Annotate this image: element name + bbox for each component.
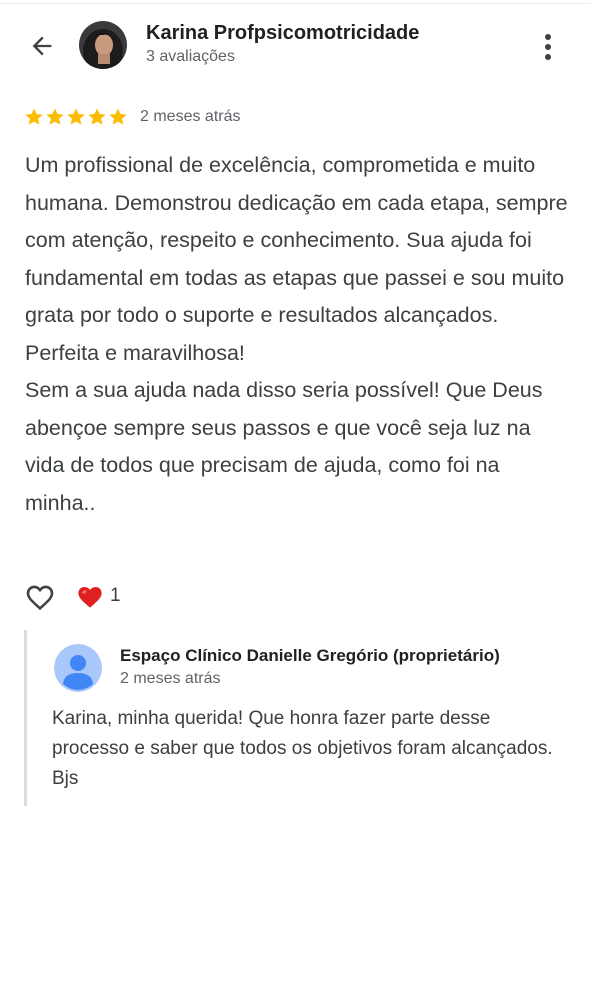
more-options-button[interactable] <box>532 30 564 64</box>
owner-reply: Espaço Clínico Danielle Gregório (propri… <box>24 630 587 806</box>
person-avatar-icon <box>54 644 102 692</box>
star-icon <box>67 108 85 125</box>
owner-reply-text: Karina, minha querida! Que honra fazer p… <box>52 708 553 789</box>
owner-name: Espaço Clínico Danielle Gregório (propri… <box>120 646 500 665</box>
review-header: Karina Profpsicomotricidade 3 avaliações <box>0 0 591 92</box>
back-button[interactable] <box>24 28 60 64</box>
author-review-count: 3 avaliações <box>146 48 235 65</box>
author-name[interactable]: Karina Profpsicomotricidade <box>146 22 419 45</box>
reaction-heart[interactable] <box>76 582 104 610</box>
rating-row: 2 meses atrás <box>24 105 240 129</box>
star-icon <box>25 108 43 125</box>
arrow-back-icon <box>32 36 52 56</box>
star-rating <box>24 107 128 127</box>
heart-outline-icon <box>26 585 54 611</box>
more-vert-icon <box>545 34 551 60</box>
author-avatar[interactable] <box>79 21 127 69</box>
reactions-row: 1 <box>24 578 121 614</box>
reaction-count: 1 <box>110 585 121 606</box>
owner-reply-date: 2 meses atrás <box>120 670 221 687</box>
author-photo <box>79 21 127 69</box>
star-icon <box>109 108 127 125</box>
review-text: Um profissional de excelência, compromet… <box>25 153 568 515</box>
star-icon <box>46 108 64 125</box>
star-icon <box>88 108 106 125</box>
red-heart-icon <box>78 587 102 608</box>
like-button[interactable] <box>24 580 56 612</box>
owner-avatar[interactable] <box>54 644 102 692</box>
review-date: 2 meses atrás <box>140 108 241 125</box>
